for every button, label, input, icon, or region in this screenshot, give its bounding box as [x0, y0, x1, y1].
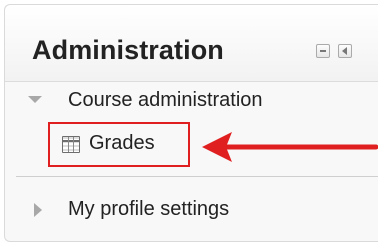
collapsed-triangle-icon[interactable] — [34, 203, 42, 217]
dock-icon[interactable] — [338, 44, 352, 58]
annotation-arrow — [202, 132, 378, 162]
tree-item-course-administration[interactable]: Course administration — [68, 89, 263, 112]
minimize-icon[interactable] — [316, 44, 330, 58]
minus-icon — [320, 50, 326, 52]
block-title: Administration — [32, 35, 224, 65]
divider — [16, 176, 378, 177]
expanded-triangle-icon[interactable] — [28, 96, 42, 103]
tree-item-grades[interactable]: Grades — [89, 132, 155, 155]
block-header: Administration — [5, 5, 378, 82]
grades-table-icon — [62, 136, 80, 153]
screenshot-stage: Administration Course administration Gra… — [0, 0, 378, 248]
dock-left-icon — [342, 47, 347, 55]
tree-item-my-profile-settings[interactable]: My profile settings — [68, 198, 229, 221]
